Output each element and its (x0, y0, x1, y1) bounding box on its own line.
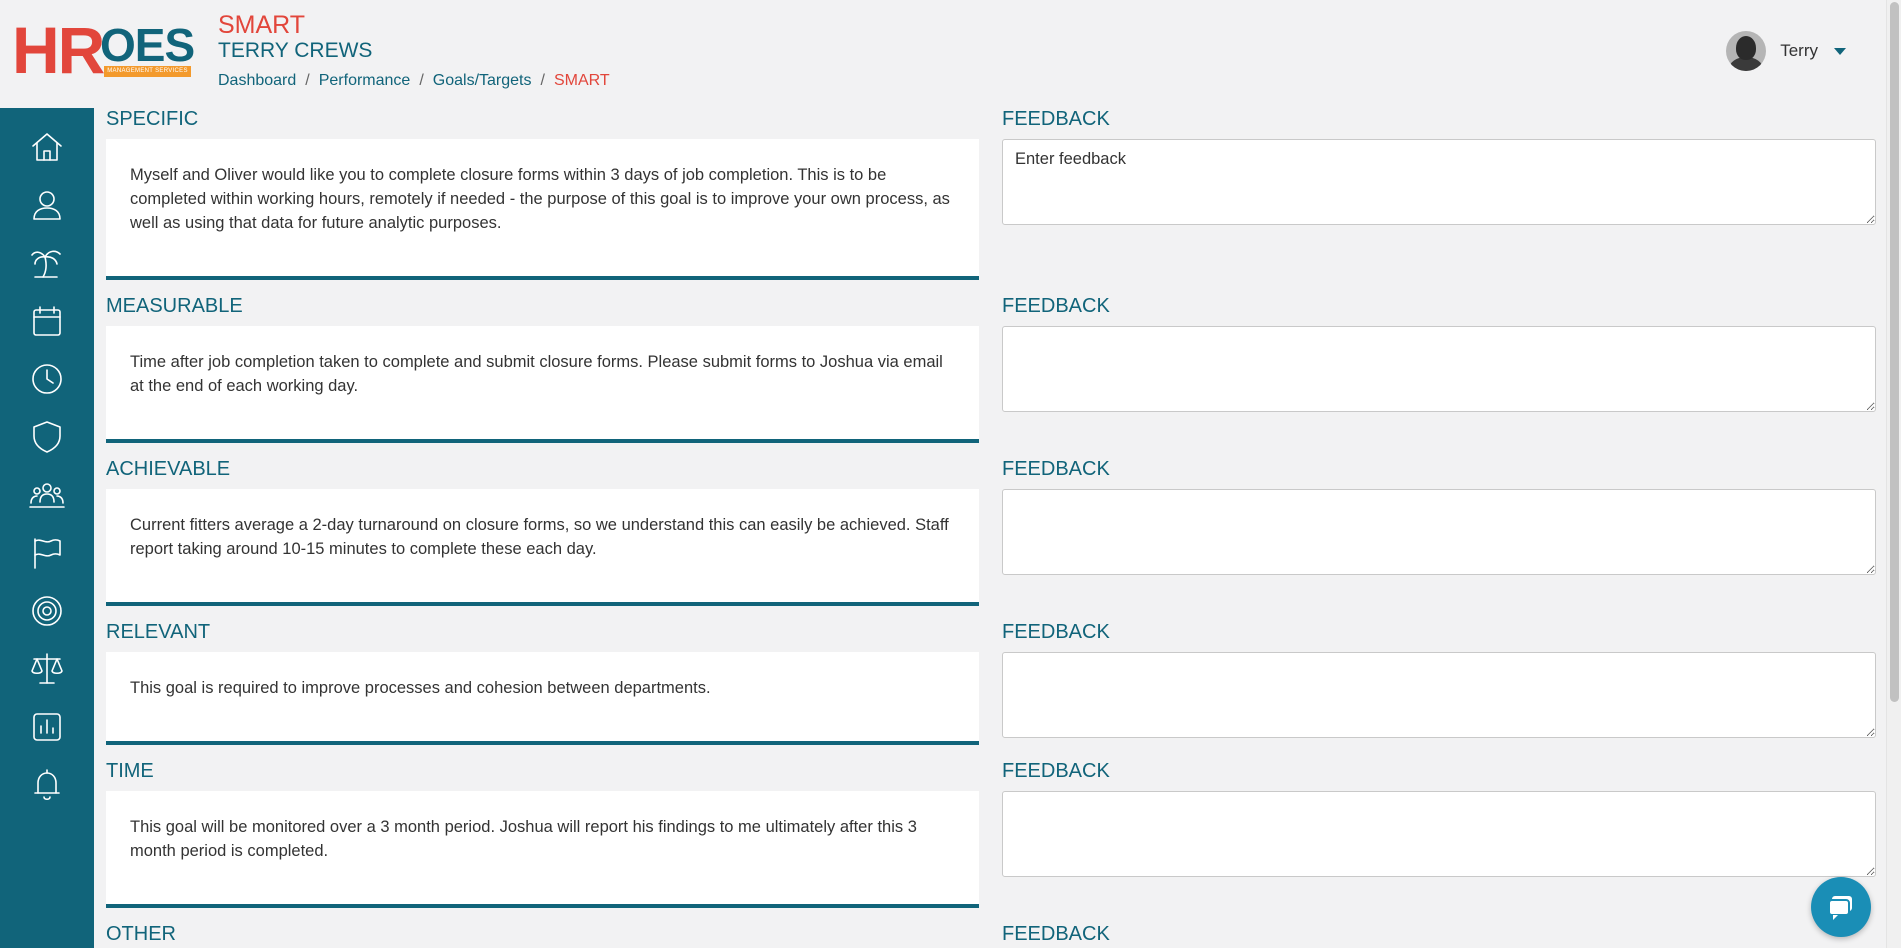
palm-tree-icon (31, 250, 61, 278)
goal-text-card: Myself and Oliver would like you to comp… (106, 139, 979, 280)
logo-subtitle: MANAGEMENT SERVICES (104, 66, 191, 77)
chat-bubble-icon (1828, 896, 1852, 920)
feedback-label: FEEDBACK (1002, 621, 1110, 643)
hroes-logo[interactable]: HR OES MANAGEMENT SERVICES (12, 13, 195, 87)
calendar-icon (33, 306, 61, 336)
breadcrumb-separator: / (419, 72, 424, 89)
sidebar-item-calendar[interactable] (0, 296, 94, 346)
breadcrumb-current: SMART (553, 72, 610, 89)
sidebar-item-home[interactable] (0, 122, 94, 172)
breadcrumb-separator: / (305, 72, 310, 89)
section-label: MEASURABLE (106, 295, 243, 317)
page-title: SMART (218, 11, 306, 39)
avatar[interactable] (1726, 31, 1767, 71)
target-icon (32, 596, 62, 626)
sidebar-item-safety[interactable] (0, 412, 94, 462)
goal-text-card: Time after job completion taken to compl… (106, 326, 979, 443)
feedback-input[interactable] (1002, 489, 1876, 575)
chart-icon (33, 713, 61, 741)
bell-icon (34, 769, 60, 801)
goal-text: Current fitters average a 2-day turnarou… (130, 516, 949, 558)
feedback-label: FEEDBACK (1002, 760, 1110, 782)
sidebar-item-goals[interactable] (0, 528, 94, 578)
sidebar-item-compliance[interactable] (0, 644, 94, 694)
goal-text: This goal will be monitored over a 3 mon… (130, 818, 917, 860)
feedback-input[interactable] (1002, 652, 1876, 738)
sidebar-item-timesheets[interactable] (0, 354, 94, 404)
user-icon (33, 191, 61, 220)
home-icon (32, 133, 62, 161)
logo-oes-text: OES (100, 19, 195, 71)
chat-button[interactable] (1811, 877, 1871, 937)
goal-text-card: This goal will be monitored over a 3 mon… (106, 791, 979, 908)
clock-icon (32, 364, 62, 394)
feedback-label: FEEDBACK (1002, 295, 1110, 317)
breadcrumb-separator: / (540, 72, 545, 89)
user-menu[interactable]: Terry (1726, 31, 1846, 71)
section-label: OTHER (106, 923, 176, 945)
feedback-label: FEEDBACK (1002, 108, 1110, 130)
feedback-input[interactable] (1002, 139, 1876, 225)
chevron-down-icon[interactable] (1834, 47, 1846, 55)
flag-icon (34, 538, 61, 569)
sidebar-item-profile[interactable] (0, 180, 94, 230)
scales-icon (31, 653, 63, 684)
goal-text: Myself and Oliver would like you to comp… (130, 166, 950, 232)
page-header: HR OES MANAGEMENT SERVICES SMART TERRY C… (0, 0, 1886, 108)
page-scrollbar[interactable] (1886, 0, 1901, 948)
feedback-label: FEEDBACK (1002, 458, 1110, 480)
breadcrumb-goals-targets[interactable]: Goals/Targets (433, 70, 532, 92)
sidebar-item-reports[interactable] (0, 702, 94, 752)
feedback-label: FEEDBACK (1002, 923, 1110, 945)
feedback-input[interactable] (1002, 791, 1876, 877)
shield-icon (33, 421, 61, 453)
sidebar-item-notifications[interactable] (0, 760, 94, 810)
goal-text-card: Current fitters average a 2-day turnarou… (106, 489, 979, 606)
breadcrumb: Dashboard / Performance / Goals/Targets … (218, 70, 610, 92)
user-name[interactable]: Terry (1780, 41, 1818, 61)
section-label: ACHIEVABLE (106, 458, 231, 480)
breadcrumb-dashboard[interactable]: Dashboard (218, 70, 296, 92)
sidebar-item-targets[interactable] (0, 586, 94, 636)
sidebar (0, 108, 94, 948)
feedback-input[interactable] (1002, 326, 1876, 412)
sidebar-item-team[interactable] (0, 470, 94, 520)
scrollbar-thumb[interactable] (1890, 2, 1899, 702)
sidebar-item-holidays[interactable] (0, 238, 94, 288)
section-label: TIME (106, 760, 154, 782)
title-block: SMART TERRY CREWS Dashboard / Performanc… (218, 10, 610, 92)
goal-text: Time after job completion taken to compl… (130, 353, 943, 395)
employee-name: TERRY CREWS (218, 39, 373, 62)
team-icon (29, 483, 65, 508)
logo-hr-text: HR (12, 13, 105, 87)
goal-text: This goal is required to improve process… (130, 679, 711, 697)
goal-text-card: This goal is required to improve process… (106, 652, 979, 745)
breadcrumb-performance[interactable]: Performance (319, 70, 411, 92)
section-label: SPECIFIC (106, 108, 199, 130)
section-label: RELEVANT (106, 621, 211, 643)
